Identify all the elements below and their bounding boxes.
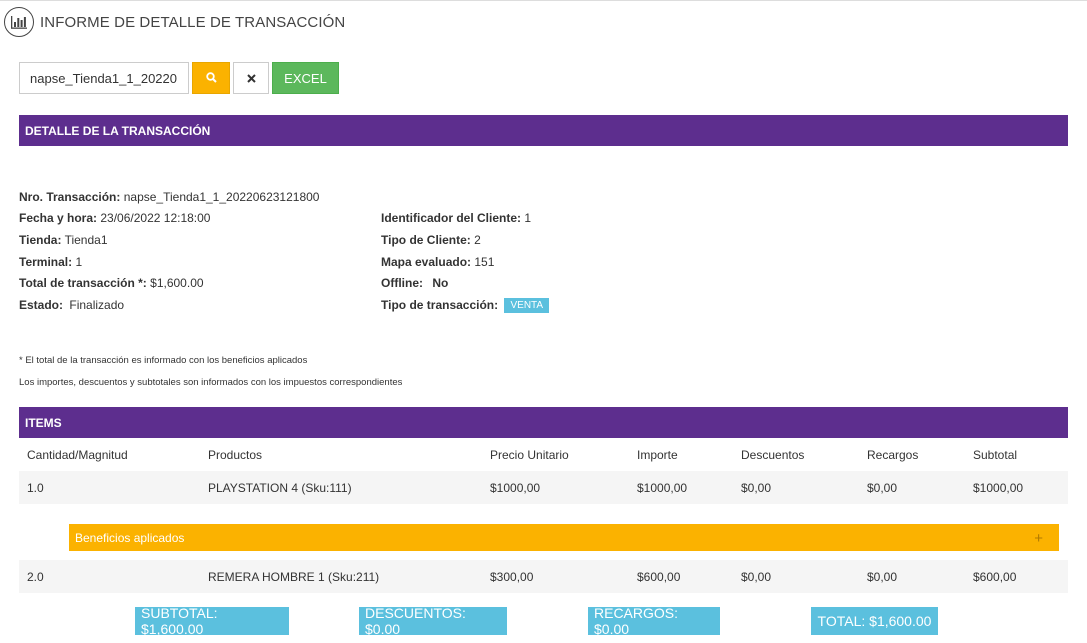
transaction-detail-header: DETALLE DE LA TRANSACCIÓN (19, 115, 1068, 146)
table-cell-recargos: $0,00 (867, 481, 898, 495)
table-cell-importe: $600,00 (637, 570, 681, 584)
column-header-importe: Importe (637, 448, 678, 462)
table-row (19, 471, 1068, 504)
note-total: * El total de la transacción es informad… (19, 355, 308, 366)
recargos-badge: RECARGOS: $0.00 (588, 605, 720, 637)
info-tipo-cliente: Tipo de Cliente: 2 (381, 233, 481, 247)
info-label: Estado: (19, 298, 64, 312)
items-section-header: ITEMS (19, 407, 1068, 438)
table-cell-cantidad: 1.0 (27, 481, 44, 495)
note-impuestos: Los importes, descuentos y subtotales so… (19, 377, 403, 388)
info-terminal: Terminal: 1 (19, 255, 82, 269)
bar-chart-icon (4, 7, 34, 37)
column-header-subtotal: Subtotal (973, 448, 1018, 462)
info-label: Fecha y hora: (19, 211, 98, 225)
info-value: 151 (474, 255, 495, 269)
table-cell-descuentos: $0,00 (741, 570, 772, 584)
total-badge: TOTAL: $1,600.00 (811, 607, 938, 635)
info-nro-transaccion: Nro. Transacción: napse_Tienda1_1_202206… (19, 190, 319, 204)
search-toolbar: EXCEL (19, 62, 339, 94)
excel-export-button[interactable]: EXCEL (272, 62, 339, 94)
subtotal-badge: SUBTOTAL: $1,600.00 (135, 605, 289, 637)
info-offline: Offline: No (381, 276, 448, 290)
expand-plus-icon[interactable]: + (1034, 531, 1043, 546)
info-value: $1,600.00 (150, 276, 204, 290)
table-cell-producto: REMERA HOMBRE 1 (Sku:211) (208, 570, 380, 584)
info-label: Tipo de transacción: (381, 298, 499, 312)
benefits-applied-panel[interactable]: Beneficios aplicados + (69, 524, 1059, 551)
table-row (19, 560, 1068, 593)
table-cell-descuentos: $0,00 (741, 481, 772, 495)
info-identificador-cliente: Identificador del Cliente: 1 (381, 211, 531, 225)
page-title: INFORME DE DETALLE DE TRANSACCIÓN (40, 13, 346, 31)
info-value: No (432, 276, 449, 290)
info-label: Offline: (381, 276, 423, 290)
table-cell-precio: $300,00 (490, 570, 534, 584)
info-fecha-hora: Fecha y hora: 23/06/2022 12:18:00 (19, 211, 210, 225)
table-cell-producto: PLAYSTATION 4 (Sku:111) (208, 481, 352, 495)
info-label: Nro. Transacción: (19, 190, 121, 204)
page-header: INFORME DE DETALLE DE TRANSACCIÓN (4, 6, 345, 38)
info-label: Total de transacción *: (19, 276, 147, 290)
info-tipo-transaccion: Tipo de transacción: VENTA (381, 298, 550, 314)
table-cell-precio: $1000,00 (490, 481, 541, 495)
column-header-descuentos: Descuentos (741, 448, 805, 462)
info-value: Finalizado (69, 298, 125, 312)
transaction-type-badge: VENTA (504, 298, 550, 314)
top-border (0, 0, 1087, 3)
info-label: Terminal: (19, 255, 73, 269)
column-header-recargos: Recargos (867, 448, 919, 462)
descuentos-badge: DESCUENTOS: $0.00 (359, 605, 507, 637)
table-cell-importe: $1000,00 (637, 481, 688, 495)
info-label: Mapa evaluado: (381, 255, 472, 269)
close-icon (246, 71, 256, 86)
info-value: 1 (524, 211, 532, 225)
transaction-search-input[interactable] (19, 62, 189, 94)
search-button[interactable] (192, 62, 230, 94)
info-value: 2 (474, 233, 481, 247)
column-header-cantidad: Cantidad/Magnitud (27, 448, 128, 462)
column-header-precio-unitario: Precio Unitario (490, 448, 569, 462)
table-cell-subtotal: $600,00 (973, 570, 1017, 584)
clear-button[interactable] (233, 62, 269, 94)
info-label: Identificador del Cliente: (381, 211, 522, 225)
info-value: napse_Tienda1_1_20220623121800 (123, 190, 320, 204)
info-estado: Estado: Finalizado (19, 298, 124, 312)
column-header-productos: Productos (208, 448, 263, 462)
info-total-transaccion: Total de transacción *: $1,600.00 (19, 276, 204, 290)
info-value: 1 (75, 255, 83, 269)
info-label: Tipo de Cliente: (381, 233, 471, 247)
info-value: Tienda1 (64, 233, 108, 247)
info-mapa-evaluado: Mapa evaluado: 151 (381, 255, 494, 269)
table-cell-subtotal: $1000,00 (973, 481, 1024, 495)
info-tienda: Tienda: Tienda1 (19, 233, 108, 247)
info-label: Tienda: (19, 233, 62, 247)
benefits-label: Beneficios aplicados (75, 530, 185, 545)
info-value: 23/06/2022 12:18:00 (100, 211, 211, 225)
search-icon (205, 71, 217, 86)
table-cell-cantidad: 2.0 (27, 570, 44, 584)
table-cell-recargos: $0,00 (867, 570, 898, 584)
